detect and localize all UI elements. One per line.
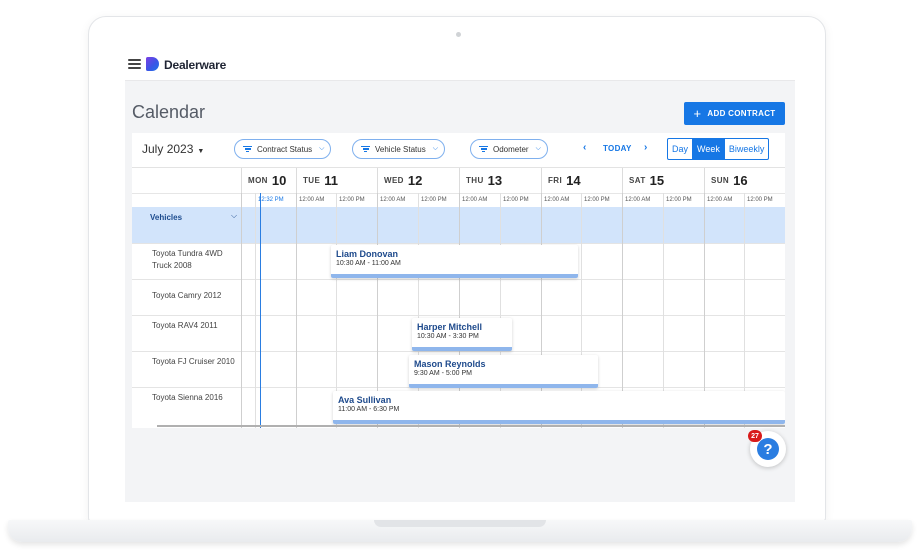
calendar-grid: MON 10 TUE 11 WED 12 THU 13 FRI 14 SAT 15 SUN 1… — [132, 168, 785, 428]
calendar-card: July 2023 ▼ Contract Status ⌵ Vehicle Sta… — [132, 133, 785, 428]
chevron-down-icon: ⌵ — [319, 145, 325, 152]
question-icon: ? — [757, 438, 779, 460]
event-time: 10:30 AM - 11:00 AM — [336, 260, 401, 267]
view-switch: Day Week Biweekly — [667, 138, 770, 160]
vehicle-label: Toyota Tundra 4WD Truck 2008 — [152, 249, 223, 270]
view-week-button[interactable]: Week — [693, 139, 725, 159]
day-header-mon: MON 10 — [241, 168, 296, 193]
time-label: 12:00 PM — [584, 197, 610, 203]
time-label: 12:00 PM — [747, 197, 773, 203]
day-divider — [241, 193, 242, 428]
page-title: Calendar — [132, 102, 206, 122]
dealerware-logo-icon — [146, 57, 159, 71]
laptop-notch — [374, 520, 546, 527]
filter-icon — [361, 145, 370, 153]
day-header-tue: TUE 11 — [296, 168, 377, 193]
filter-label: Vehicle Status — [375, 144, 426, 154]
add-contract-button[interactable]: + ADD CONTRACT — [684, 102, 785, 125]
filter-icon — [243, 145, 252, 153]
day-header-sun: SUN 16 — [704, 168, 785, 193]
time-label: 12:00 AM — [299, 197, 325, 203]
caret-down-icon: ▼ — [197, 148, 205, 155]
time-label: 12:00 PM — [339, 197, 365, 203]
event-name: Mason Reynolds — [414, 359, 486, 369]
today-button[interactable]: TODAY — [603, 144, 632, 153]
plus-icon: + — [693, 106, 702, 121]
time-label: 12:00 PM — [666, 197, 692, 203]
top-bar: Dealerware — [125, 53, 795, 81]
event-mason-reynolds[interactable]: Mason Reynolds 9:30 AM - 5:00 PM — [409, 355, 598, 388]
time-label: 12:00 AM — [625, 197, 651, 203]
camera-dot — [456, 32, 461, 37]
filter-label: Contract Status — [257, 144, 313, 154]
event-harper-mitchell[interactable]: Harper Mitchell 10:30 AM - 3:30 PM — [412, 318, 512, 351]
event-time: 11:00 AM - 6:30 PM — [338, 406, 400, 413]
vehicle-label: Toyota Sienna 2016 — [152, 393, 223, 402]
menu-icon[interactable] — [128, 59, 141, 69]
day-header-sat: SAT 15 — [622, 168, 704, 193]
chevron-down-icon: ⌵ — [535, 145, 541, 152]
month-label: July — [142, 142, 164, 156]
event-ava-sullivan[interactable]: Ava Sullivan 11:00 AM - 6:30 PM — [333, 391, 785, 424]
day-header-wed: WED 12 — [377, 168, 459, 193]
day-divider — [296, 193, 297, 428]
previous-week-icon[interactable]: ‹ — [583, 142, 586, 153]
event-liam-donovan[interactable]: Liam Donovan 10:30 AM - 11:00 AM — [331, 245, 578, 278]
app-screen: Dealerware Calendar + ADD CONTRACT July … — [125, 53, 795, 502]
vehicle-label: Toyota RAV4 2011 — [152, 321, 218, 330]
day-header-fri: FRI 14 — [541, 168, 622, 193]
notification-badge: 27 — [748, 430, 762, 442]
filter-label: Odometer — [493, 144, 529, 154]
event-time: 10:30 AM - 3:30 PM — [417, 333, 479, 340]
event-name: Harper Mitchell — [417, 322, 483, 332]
chevron-down-icon: ⌵ — [432, 145, 439, 152]
calendar-toolbar: July 2023 ▼ Contract Status ⌵ Vehicle Sta… — [132, 133, 785, 168]
half-day-divider — [255, 193, 256, 428]
time-label: 12:00 AM — [707, 197, 733, 203]
chevron-down-icon[interactable]: ⌵ — [231, 211, 237, 221]
event-name: Ava Sullivan — [338, 395, 392, 405]
next-week-icon[interactable]: › — [644, 142, 647, 153]
time-label: 12:00 AM — [380, 197, 406, 203]
add-contract-label: ADD CONTRACT — [707, 109, 776, 118]
odometer-filter[interactable]: Odometer ⌵ — [470, 139, 548, 159]
view-biweekly-button[interactable]: Biweekly — [725, 139, 769, 159]
view-day-button[interactable]: Day — [668, 139, 694, 159]
day-header-thu: THU 13 — [459, 168, 541, 193]
event-time: 9:30 AM - 5:00 PM — [414, 370, 472, 377]
filter-icon — [479, 145, 488, 153]
grid-bottom-border — [157, 425, 785, 427]
vehicle-label: Toyota Camry 2012 — [152, 291, 222, 300]
vehicles-group-label: Vehicles — [150, 213, 183, 222]
current-time-indicator — [260, 193, 261, 428]
time-label: 12:00 PM — [421, 197, 447, 203]
brand-name: Dealerware — [164, 58, 227, 72]
contract-status-filter[interactable]: Contract Status ⌵ — [234, 139, 332, 159]
event-name: Liam Donovan — [336, 249, 399, 259]
time-label: 12:00 PM — [503, 197, 529, 203]
current-time-label: 12:32 PM — [258, 197, 284, 203]
time-label: 12:00 AM — [544, 197, 570, 203]
time-label: 12:00 AM — [462, 197, 488, 203]
vehicle-status-filter[interactable]: Vehicle Status ⌵ — [352, 139, 446, 159]
year-label: 2023 — [166, 142, 194, 156]
month-selector[interactable]: July 2023 ▼ — [142, 142, 204, 156]
vehicle-label: Toyota FJ Cruiser 2010 — [152, 357, 235, 366]
